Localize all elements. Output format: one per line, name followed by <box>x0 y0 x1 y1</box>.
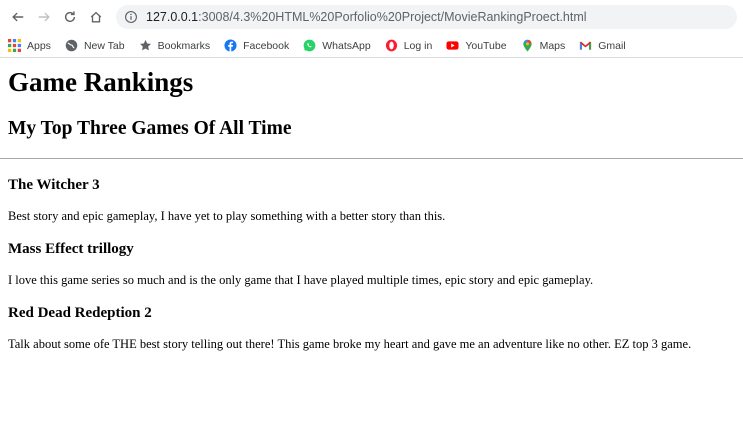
arrow-right-icon <box>38 12 50 22</box>
info-icon <box>125 11 137 23</box>
url-path: :3008/4.3%20HTML%20Porfolio%20Project/Mo… <box>198 10 587 24</box>
game-title: Red Dead Redeption 2 <box>8 305 152 321</box>
browser-toolbar: 127.0.0.1:3008/4.3%20HTML%20Porfolio%20P… <box>0 0 743 34</box>
game-description: Best story and epic gameplay, I have yet… <box>8 209 446 223</box>
bookmark-label: Log in <box>403 39 433 52</box>
bookmark-label: Bookmarks <box>157 39 211 52</box>
page-content: Game Rankings My Top Three Games Of All … <box>0 67 743 352</box>
star-icon <box>139 39 152 52</box>
maps-pin-icon <box>521 39 534 52</box>
bookmark-facebook[interactable]: Facebook <box>224 39 289 52</box>
page-subtitle: My Top Three Games Of All Time <box>8 118 292 139</box>
bookmark-apps[interactable]: Apps <box>8 39 51 52</box>
bookmark-gmail[interactable]: Gmail <box>579 39 626 52</box>
bookmark-label: Maps <box>539 39 566 52</box>
opera-icon <box>385 39 398 52</box>
home-button[interactable] <box>84 5 108 29</box>
bookmark-label: WhatsApp <box>322 39 371 52</box>
game-description: Talk about some ofe THE best story telli… <box>8 337 692 351</box>
url-host: 127.0.0.1 <box>146 10 199 24</box>
game-title: The Witcher 3 <box>8 177 100 193</box>
facebook-icon <box>224 39 237 52</box>
bookmark-new-tab[interactable]: New Tab <box>65 39 125 52</box>
bookmark-youtube[interactable]: YouTube <box>446 39 507 52</box>
bookmark-label: Gmail <box>598 39 626 52</box>
globe-icon <box>65 39 78 52</box>
bookmark-whatsapp[interactable]: WhatsApp <box>303 39 371 52</box>
youtube-icon <box>446 39 459 52</box>
reload-icon <box>64 11 76 23</box>
game-title: Mass Effect trillogy <box>8 241 134 257</box>
home-icon <box>90 11 102 23</box>
divider <box>0 158 743 159</box>
bookmarks-bar: Apps New Tab Bookmarks Facebook WhatsApp… <box>0 34 743 58</box>
bookmark-maps[interactable]: Maps <box>521 39 566 52</box>
reload-button[interactable] <box>58 5 82 29</box>
game-description: I love this game series so much and is t… <box>8 273 594 287</box>
game-entry: Red Dead Redeption 2 Talk about some ofe… <box>8 304 735 352</box>
game-entry: Mass Effect trillogy I love this game se… <box>8 240 735 288</box>
apps-grid-icon <box>8 39 21 52</box>
game-entry: The Witcher 3 Best story and epic gamepl… <box>8 176 735 224</box>
arrow-left-icon <box>12 12 24 22</box>
back-button[interactable] <box>6 5 30 29</box>
bookmark-label: Apps <box>27 39 51 52</box>
page-title: Game Rankings <box>8 67 194 97</box>
bookmark-label: Facebook <box>243 39 290 52</box>
bookmark-label: New Tab <box>83 39 125 52</box>
address-bar[interactable]: 127.0.0.1:3008/4.3%20HTML%20Porfolio%20P… <box>116 5 737 29</box>
bookmark-bookmarks[interactable]: Bookmarks <box>139 39 211 52</box>
whatsapp-icon <box>303 39 316 52</box>
bookmark-label: YouTube <box>465 39 507 52</box>
gmail-icon <box>579 39 592 52</box>
forward-button[interactable] <box>32 5 56 29</box>
bookmark-log-in[interactable]: Log in <box>385 39 433 52</box>
